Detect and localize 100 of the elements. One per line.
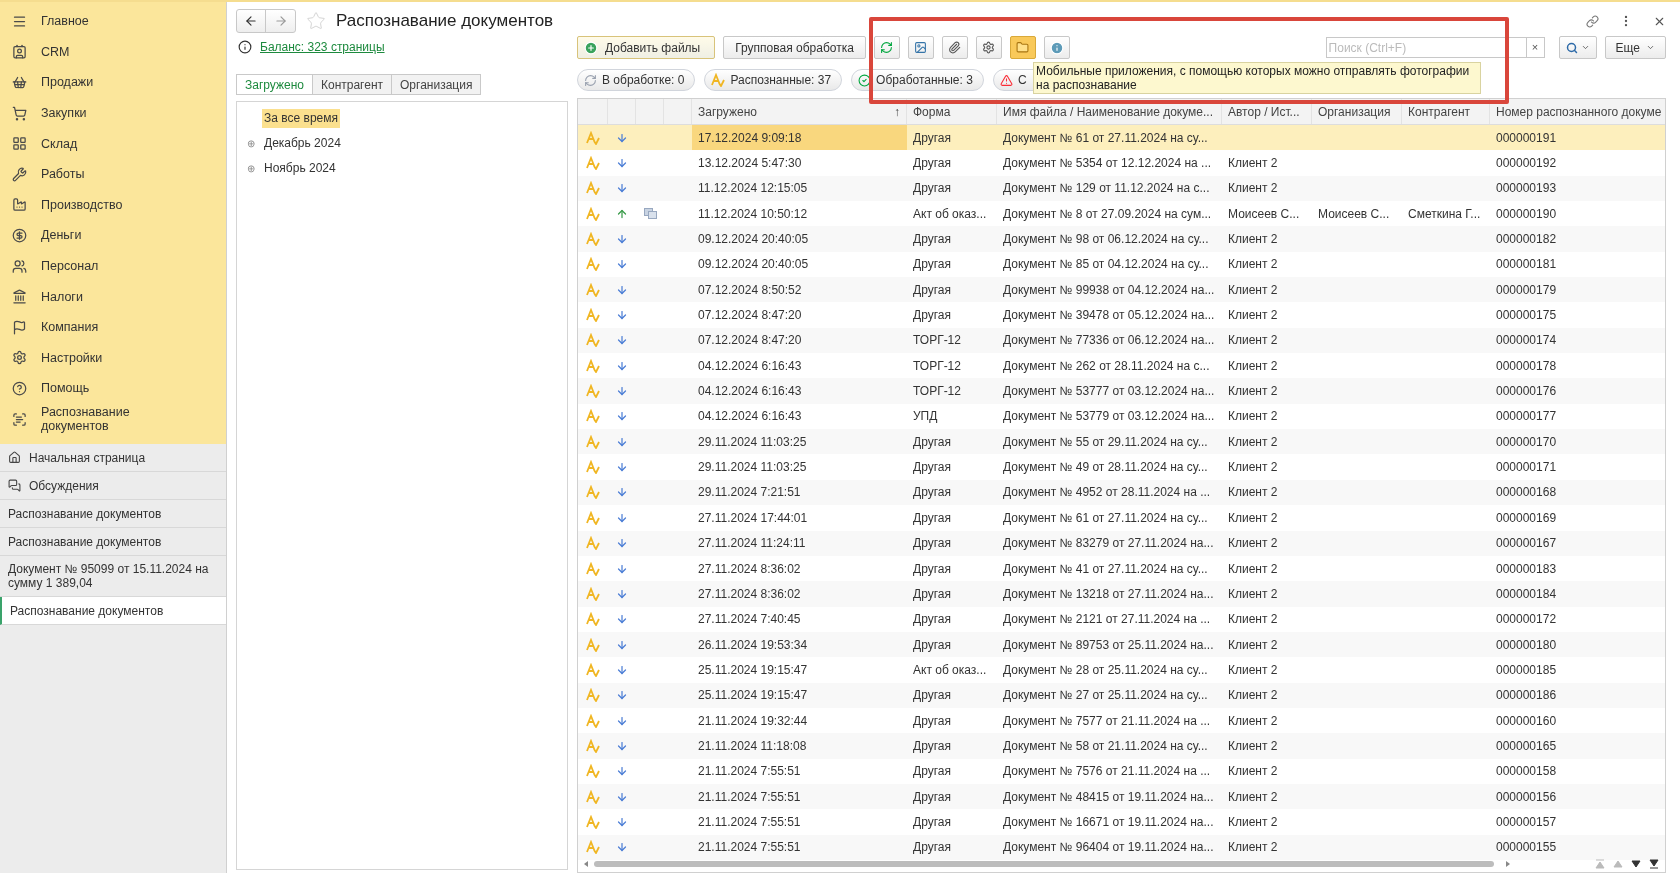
- table-cell-text: 27.11.2024 7:40:45: [698, 611, 801, 629]
- tooltip: Мобильные приложения, с помощью которых можно отправлять фотографии на распознавание: [1033, 62, 1481, 94]
- table-cell-text: 27.11.2024 17:44:01: [698, 509, 808, 527]
- table-cell-text: Другая: [913, 231, 951, 249]
- table-cell-text: 09.12.2024 20:40:05: [698, 231, 809, 249]
- table-cell-text: Клиент 2: [1228, 737, 1278, 755]
- table-cell-text: Акт об оказ...: [913, 661, 987, 679]
- table-cell-text: 000000155: [1496, 839, 1557, 857]
- table-cell-text: 000000186: [1496, 687, 1557, 705]
- table-cell-text: Сметкина Г...: [1408, 205, 1481, 223]
- table-cell-text: Документ № 98 от 06.12.2024 на су...: [1003, 231, 1209, 249]
- table-cell-text: 29.11.2024 11:03:25: [698, 433, 807, 451]
- table-cell-text: Клиент 2: [1228, 788, 1278, 806]
- table-cell-text: 000000167: [1496, 535, 1557, 553]
- table-cell-text: 000000184: [1496, 585, 1557, 603]
- table-cell-text: 21.11.2024 19:32:44: [698, 712, 808, 730]
- table-cell-text: 27.11.2024 11:24:11: [698, 535, 806, 553]
- table-cell-text: 000000156: [1496, 788, 1557, 806]
- table-cell-text: 13.12.2024 5:47:30: [698, 155, 802, 172]
- table-cell-text: Клиент 2: [1228, 383, 1278, 401]
- table-cell-text: Моисеев С...: [1318, 205, 1390, 223]
- table-cell-text: 25.11.2024 19:15:47: [698, 661, 808, 679]
- table-cell-text: 000000191: [1496, 129, 1557, 147]
- table-cell-text: Другая: [913, 307, 951, 325]
- table-cell-text: 000000172: [1496, 611, 1557, 629]
- table-cell-text: 000000180: [1496, 636, 1557, 654]
- table-cell-text: 000000179: [1496, 281, 1557, 299]
- table-cell-text: Документ № 53779 от 03.12.2024 на...: [1003, 408, 1215, 426]
- table-cell-text: 27.11.2024 8:36:02: [698, 560, 801, 578]
- table-cell-text: Документ № 7576 от 21.11.2024 на ...: [1003, 763, 1211, 781]
- table-cell-text: 000000158: [1496, 763, 1557, 781]
- table-cell-text: Другая: [913, 560, 951, 578]
- table-cell-text: Другая: [913, 155, 951, 172]
- table-cell-text: Клиент 2: [1228, 231, 1278, 249]
- table-cell-text: Документ № 262 от 28.11.2024 на с...: [1003, 357, 1210, 375]
- table-cell-text: Документ № 99938 от 04.12.2024 на...: [1003, 281, 1215, 299]
- table-cell-text: Акт об оказ...: [913, 205, 987, 223]
- table-cell-text: Документ № 39478 от 05.12.2024 на...: [1003, 307, 1215, 325]
- table-cell-text: 11.12.2024 12:15:05: [698, 180, 808, 198]
- table-cell-text: Документ № 61 от 27.11.2024 на су...: [1003, 129, 1208, 147]
- table-cell-text: Клиент 2: [1228, 256, 1278, 274]
- table-cell-text: 000000190: [1496, 205, 1557, 223]
- table-cell-text: Другая: [913, 585, 951, 603]
- window-title: Распознавание документов: [336, 10, 554, 33]
- table-cell-text: Клиент 2: [1228, 459, 1278, 477]
- table-cell-text: Документ № 27 от 25.11.2024 на су...: [1003, 687, 1208, 705]
- sort-mark: ↑: [894, 103, 900, 121]
- table-cell-text: Клиент 2: [1228, 560, 1278, 578]
- table-cell-text: Другая: [913, 180, 951, 198]
- table-cell-text: Клиент 2: [1228, 535, 1278, 553]
- table-cell-text: Документ № 5354 от 12.12.2024 на ...: [1003, 155, 1212, 172]
- table-cell-text: Другая: [913, 535, 951, 553]
- table-cell-text: Документ № 53777 от 03.12.2024 на...: [1003, 383, 1215, 401]
- table-cell-text: Другая: [913, 509, 951, 527]
- table-cell-text: 000000171: [1496, 459, 1557, 477]
- table-cell-text: Клиент 2: [1228, 585, 1278, 603]
- table-cell-text: Другая: [913, 737, 951, 755]
- table-cell-text: 000000193: [1496, 180, 1557, 198]
- table-cell-text: Документ № 61 от 27.11.2024 на су...: [1003, 509, 1208, 527]
- table-cell-text: 04.12.2024 6:16:43: [698, 383, 802, 401]
- table-cell-text: Другая: [913, 611, 951, 629]
- table-cell-text: Клиент 2: [1228, 509, 1278, 527]
- table-cell-text: 21.11.2024 7:55:51: [698, 813, 801, 831]
- table-cell-text: Другая: [913, 256, 951, 274]
- table-cell-text: Клиент 2: [1228, 307, 1278, 325]
- table-cell-text: ТОРГ-12: [913, 383, 961, 401]
- table-cell-text: УПД: [913, 408, 938, 426]
- table-cell-text: Документ № 77336 от 06.12.2024 на...: [1003, 332, 1215, 350]
- table-cell-text: 21.11.2024 11:18:08: [698, 737, 807, 755]
- table-cell-text: Клиент 2: [1228, 281, 1278, 299]
- table-cell-text: 21.11.2024 7:55:51: [698, 763, 801, 781]
- table-cell-text: ТОРГ-12: [913, 357, 961, 375]
- table-cell-text: 29.11.2024 7:21:51: [698, 484, 801, 502]
- table-cell-text: Другая: [913, 636, 951, 654]
- table-cell-text: 04.12.2024 6:16:43: [698, 357, 802, 375]
- table-cell-text: 000000170: [1496, 433, 1557, 451]
- table-cell-text: Документ № 89753 от 25.11.2024 на...: [1003, 636, 1214, 654]
- table-cell-text: 25.11.2024 19:15:47: [698, 687, 808, 705]
- table-cell-text: Документ № 28 от 25.11.2024 на су...: [1003, 661, 1208, 679]
- table-cell-text: Клиент 2: [1228, 357, 1278, 375]
- table-cell-text: 000000177: [1496, 408, 1557, 426]
- table-cell-text: Моисеев С...: [1228, 205, 1300, 223]
- table-cell-text: Другая: [913, 813, 951, 831]
- table-cell-text: ТОРГ-12: [913, 332, 961, 350]
- table-cell-text: 11.12.2024 10:50:12: [698, 205, 808, 223]
- table-cell-text: Клиент 2: [1228, 155, 1278, 172]
- table-cell-text: 000000168: [1496, 484, 1557, 502]
- table-cell-text: 000000165: [1496, 737, 1557, 755]
- table-cell-text: Клиент 2: [1228, 433, 1278, 451]
- table-cell-text: 000000169: [1496, 509, 1557, 527]
- table-cell-text: 000000182: [1496, 231, 1557, 249]
- table-cell-text: Другая: [913, 281, 951, 299]
- table-cell-text: Документ № 13218 от 27.11.2024 на...: [1003, 585, 1214, 603]
- table-cell-text: 000000175: [1496, 307, 1557, 325]
- table-cell-text: 17.12.2024 9:09:18: [698, 129, 802, 147]
- table-cell-text: 21.11.2024 7:55:51: [698, 839, 801, 857]
- table-cell-text: Документ № 16671 от 19.11.2024 на...: [1003, 813, 1214, 831]
- table-cell-text: Документ № 49 от 28.11.2024 на су...: [1003, 459, 1208, 477]
- table-cell-text: Клиент 2: [1228, 712, 1278, 730]
- table-cell-text: 26.11.2024 19:53:34: [698, 636, 808, 654]
